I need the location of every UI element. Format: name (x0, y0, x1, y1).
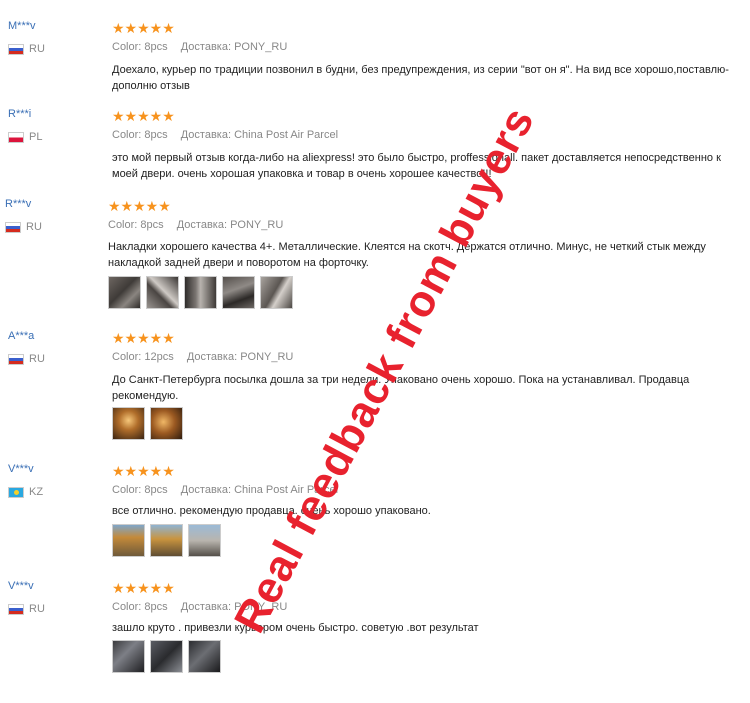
delivery-label: Доставка: (180, 484, 232, 496)
review-text: зашло круто . привезли курьером очень бы… (112, 622, 479, 634)
color-value: 8pcs (144, 484, 168, 496)
country-flag-icon (8, 131, 24, 143)
color-value: 8pcs (140, 219, 164, 231)
delivery-label: Доставка: (180, 601, 232, 613)
color-label: Color: (112, 41, 142, 53)
color-label: Color: (108, 219, 138, 231)
reviewer-country: RU (8, 353, 45, 365)
color-label: Color: (112, 484, 142, 496)
country-flag-icon (8, 603, 24, 615)
review-photos (112, 407, 183, 440)
review-text: До Санкт-Петербурга посылка дошла за три… (112, 374, 690, 402)
order-info: Color: 8pcs Доставка: China Post Air Par… (112, 484, 338, 496)
review-text: это мой первый отзыв когда-либо на aliex… (112, 152, 721, 180)
delivery-value: PONY_RU (230, 219, 284, 231)
review-photo-thumbnail[interactable] (150, 407, 183, 440)
country-flag-icon (5, 221, 21, 233)
country-code: PL (29, 131, 43, 143)
color-value: 8pcs (144, 41, 168, 53)
country-code: KZ (29, 486, 44, 498)
country-code: RU (26, 221, 42, 233)
review-photo-thumbnail[interactable] (150, 524, 183, 557)
delivery-value: China Post Air Parcel (234, 484, 339, 496)
review-photos (112, 640, 221, 673)
country-code: RU (29, 353, 45, 365)
review-photo-thumbnail[interactable] (188, 524, 221, 557)
delivery-value: PONY_RU (240, 351, 294, 363)
color-value: 8pcs (144, 129, 168, 141)
order-info: Color: 12pcs Доставка: PONY_RU (112, 351, 293, 363)
country-code: RU (29, 603, 45, 615)
rating-stars: ★★★★★ (112, 108, 175, 124)
reviewer-name[interactable]: A***a (8, 330, 34, 342)
country-flag-icon (8, 353, 24, 365)
reviewer-name[interactable]: R***v (5, 198, 31, 210)
review-text: все отлично. рекомендую продавца. очень … (112, 505, 431, 517)
reviewer-name[interactable]: R***i (8, 108, 31, 120)
reviewer-country: RU (8, 603, 45, 615)
order-info: Color: 8pcs Доставка: China Post Air Par… (112, 129, 338, 141)
reviewer-name[interactable]: V***v (8, 463, 34, 475)
review-photo-thumbnail[interactable] (260, 276, 293, 309)
rating-stars: ★★★★★ (112, 463, 175, 479)
review-photo-thumbnail[interactable] (146, 276, 179, 309)
rating-stars: ★★★★★ (112, 330, 175, 346)
delivery-label: Доставка: (176, 219, 228, 231)
rating-stars: ★★★★★ (112, 580, 175, 596)
review-photo-thumbnail[interactable] (184, 276, 217, 309)
reviewer-country: PL (8, 131, 42, 143)
delivery-value: China Post Air Parcel (234, 129, 339, 141)
delivery-label: Доставка: (180, 129, 232, 141)
reviewer-name[interactable]: V***v (8, 580, 34, 592)
rating-stars: ★★★★★ (112, 20, 175, 36)
color-value: 12pcs (144, 351, 174, 363)
review-photos (108, 276, 293, 309)
review-photo-thumbnail[interactable] (108, 276, 141, 309)
review-photo-thumbnail[interactable] (222, 276, 255, 309)
review-photo-thumbnail[interactable] (112, 640, 145, 673)
reviewer-name[interactable]: M***v (8, 20, 36, 32)
delivery-value: PONY_RU (234, 41, 288, 53)
country-code: RU (29, 43, 45, 55)
review-photo-thumbnail[interactable] (188, 640, 221, 673)
order-info: Color: 8pcs Доставка: PONY_RU (112, 601, 287, 613)
color-value: 8pcs (144, 601, 168, 613)
review-photos (112, 524, 221, 557)
review-photo-thumbnail[interactable] (150, 640, 183, 673)
delivery-value: PONY_RU (234, 601, 288, 613)
reviewer-country: RU (8, 43, 45, 55)
delivery-label: Доставка: (186, 351, 238, 363)
color-label: Color: (112, 601, 142, 613)
review-text: Накладки хорошего качества 4+. Металличе… (108, 241, 706, 269)
delivery-label: Доставка: (180, 41, 232, 53)
country-flag-icon (8, 486, 24, 498)
order-info: Color: 8pcs Доставка: PONY_RU (108, 219, 283, 231)
review-photo-thumbnail[interactable] (112, 524, 145, 557)
country-flag-icon (8, 43, 24, 55)
order-info: Color: 8pcs Доставка: PONY_RU (112, 41, 287, 53)
review-text: Доехало, курьер по традиции позвонил в б… (112, 64, 729, 92)
color-label: Color: (112, 351, 142, 363)
rating-stars: ★★★★★ (108, 198, 171, 214)
color-label: Color: (112, 129, 142, 141)
review-photo-thumbnail[interactable] (112, 407, 145, 440)
reviewer-country: RU (5, 221, 42, 233)
reviewer-country: KZ (8, 486, 43, 498)
